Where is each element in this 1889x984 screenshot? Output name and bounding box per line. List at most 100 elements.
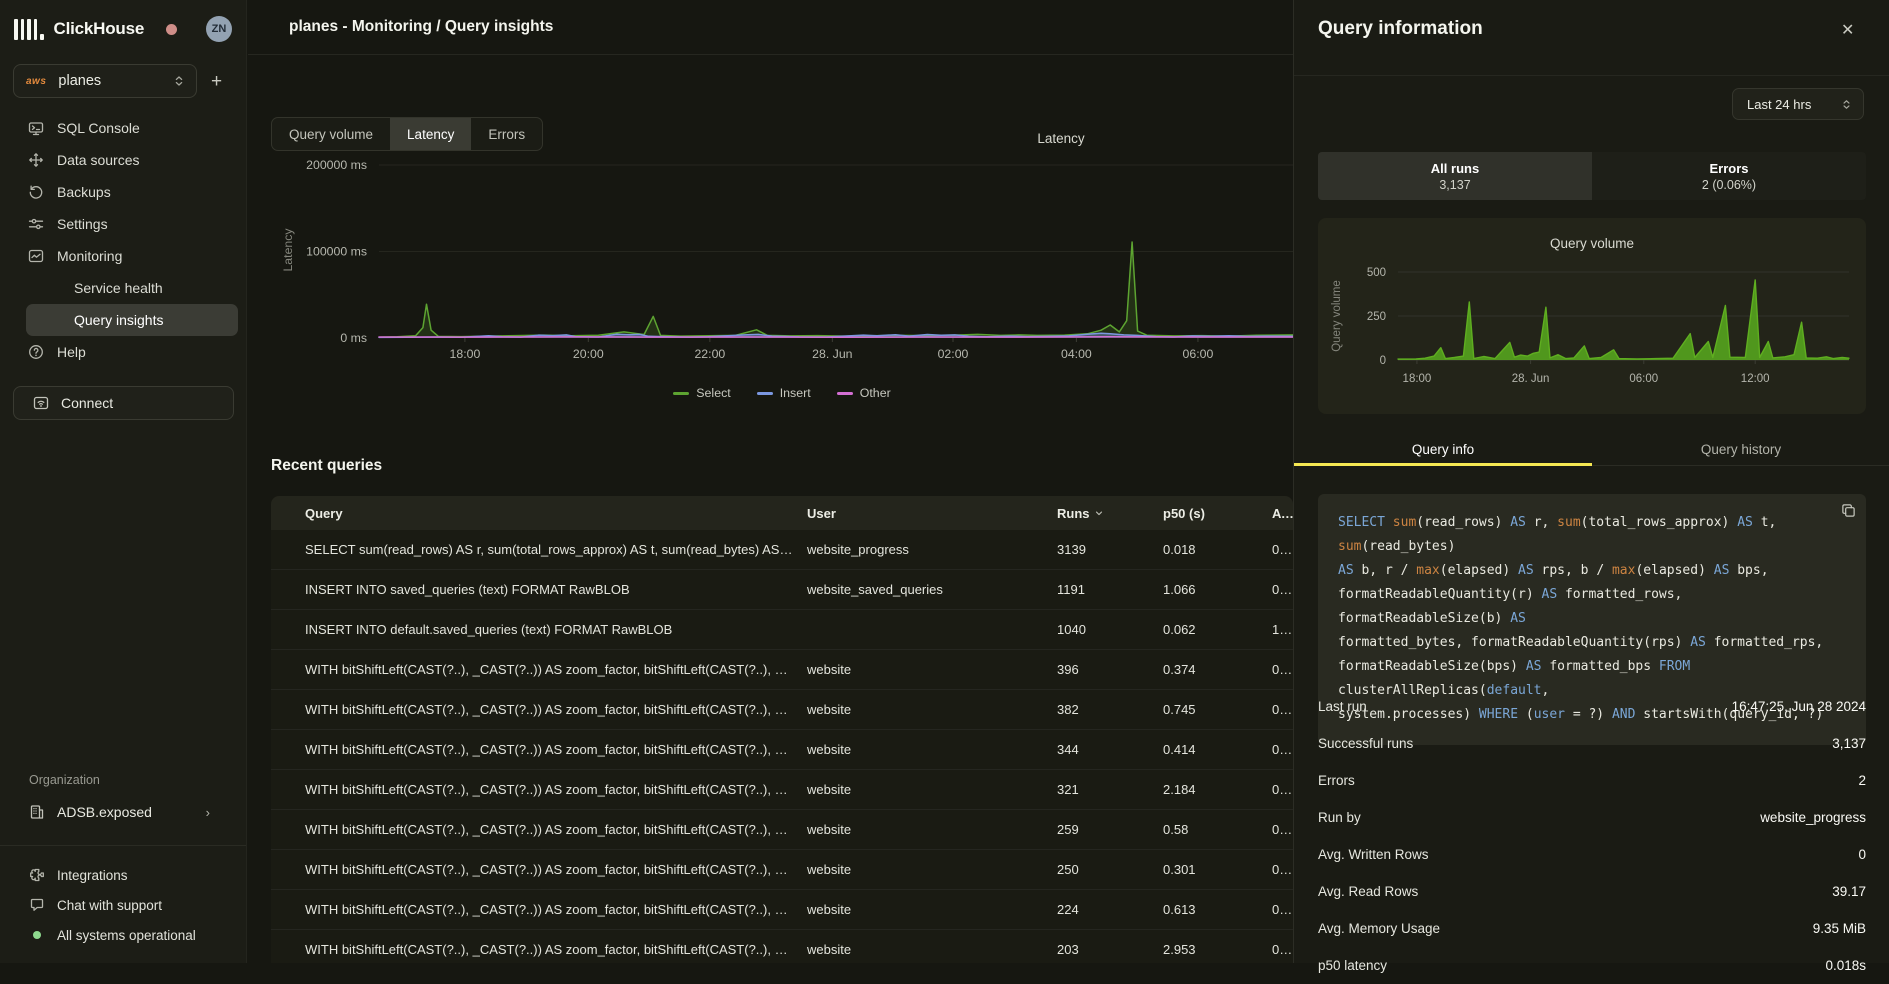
table-row[interactable]: INSERT INTO default.saved_queries (text)… xyxy=(271,610,1293,650)
sidebar-nav-item[interactable]: Service health xyxy=(26,272,238,304)
copy-icon[interactable] xyxy=(1841,503,1856,518)
cell-avg: 0 xyxy=(1272,662,1293,677)
stat-label: Successful runs xyxy=(1318,736,1413,751)
latency-chart-svg[interactable]: 200000 ms100000 ms0 ms18:0020:0022:0028.… xyxy=(271,120,1293,385)
sidebar-nav-item[interactable]: Backups xyxy=(26,176,238,208)
header-divider xyxy=(248,54,1293,55)
sidebar-nav-item[interactable]: SQL Console xyxy=(26,112,238,144)
sort-descending-icon xyxy=(1094,508,1104,518)
table-row[interactable]: WITH bitShiftLeft(CAST(?..), _CAST(?..))… xyxy=(271,850,1293,890)
sidebar-footer-item[interactable]: Integrations xyxy=(29,860,246,890)
connect-button[interactable]: Connect xyxy=(13,386,234,420)
page-title: planes - Monitoring / Query insights xyxy=(289,18,553,36)
query-volume-chart: 500250018:0028. Jun06:0012:00Query volum… xyxy=(1318,256,1866,401)
time-range-select[interactable]: Last 24 hrs xyxy=(1732,88,1864,120)
info-tab[interactable]: Query history xyxy=(1592,434,1889,465)
table-row[interactable]: WITH bitShiftLeft(CAST(?..), _CAST(?..))… xyxy=(271,650,1293,690)
chevron-updown-icon xyxy=(172,74,186,88)
cell-p50: 0.613 xyxy=(1163,902,1272,917)
table-row[interactable]: WITH bitShiftLeft(CAST(?..), _CAST(?..))… xyxy=(271,890,1293,930)
chevron-updown-icon xyxy=(1840,98,1853,111)
column-user[interactable]: User xyxy=(807,506,1057,521)
sidebar-nav-item[interactable]: Monitoring xyxy=(26,240,238,272)
stat-row: Run by website_progress xyxy=(1318,799,1866,836)
sidebar-nav-item[interactable]: Data sources xyxy=(26,144,238,176)
table-row[interactable]: WITH bitShiftLeft(CAST(?..), _CAST(?..))… xyxy=(271,730,1293,770)
table-row[interactable]: WITH bitShiftLeft(CAST(?..), _CAST(?..))… xyxy=(271,810,1293,850)
organization-item[interactable]: ADSB.exposed › xyxy=(29,796,238,828)
cell-user: website xyxy=(807,742,1057,757)
close-icon[interactable]: ✕ xyxy=(1841,20,1854,40)
table-row[interactable]: INSERT INTO saved_queries (text) FORMAT … xyxy=(271,570,1293,610)
legend-item[interactable]: Other xyxy=(837,386,891,400)
legend-label: Other xyxy=(860,386,891,400)
legend-item[interactable]: Select xyxy=(673,386,730,400)
cell-avg: 1.15 xyxy=(1272,622,1293,637)
help-icon xyxy=(28,344,44,360)
table-row[interactable]: WITH bitShiftLeft(CAST(?..), _CAST(?..))… xyxy=(271,690,1293,730)
query-volume-title: Query volume xyxy=(1318,236,1866,251)
chart-legend: Select Insert Other xyxy=(271,386,1293,400)
column-query[interactable]: Query xyxy=(271,506,807,521)
recent-queries-title: Recent queries xyxy=(271,457,382,475)
table-row[interactable]: SELECT sum(read_rows) AS r, sum(total_ro… xyxy=(271,530,1293,570)
service-selector[interactable]: aws planes xyxy=(13,64,197,98)
latency-chart: 200000 ms100000 ms0 ms18:0020:0022:0028.… xyxy=(271,120,1293,385)
runs-tab[interactable]: All runs 3,137 xyxy=(1318,152,1592,200)
clickhouse-logo-icon xyxy=(14,19,44,40)
svg-text:Latency: Latency xyxy=(1037,131,1085,146)
svg-text:0: 0 xyxy=(1380,355,1386,367)
sidebar-footer: Integrations Chat with support All syste… xyxy=(0,860,246,963)
add-service-button[interactable]: + xyxy=(211,72,222,91)
legend-item[interactable]: Insert xyxy=(757,386,811,400)
cell-runs: 344 xyxy=(1057,742,1163,757)
query-volume-chart-svg[interactable]: 500250018:0028. Jun06:0012:00Query volum… xyxy=(1318,256,1866,401)
sidebar-footer-label: Integrations xyxy=(57,868,128,883)
stat-row: Avg. Memory Usage 9.35 MiB xyxy=(1318,910,1866,947)
sidebar-nav-item[interactable]: Settings xyxy=(26,208,238,240)
status-dot-icon xyxy=(29,927,45,943)
stat-value: 0.018s xyxy=(1825,958,1866,973)
info-tabs: Query info Query history xyxy=(1294,434,1889,466)
stat-label: p50 latency xyxy=(1318,958,1387,973)
cell-avg: 0 xyxy=(1272,742,1293,757)
stat-value: 16:47:25, Jun 28 2024 xyxy=(1732,699,1866,714)
column-p50[interactable]: p50 (s) xyxy=(1163,506,1272,521)
sidebar-footer-item[interactable]: Chat with support xyxy=(29,890,246,920)
sidebar-nav-item[interactable]: Help xyxy=(26,336,238,368)
monitoring-icon xyxy=(28,248,44,264)
info-tab[interactable]: Query info xyxy=(1294,434,1592,465)
panel-title: Query information xyxy=(1318,18,1483,40)
sidebar-nav-label: Settings xyxy=(57,216,108,232)
backups-icon xyxy=(28,184,44,200)
sql-console-icon xyxy=(28,120,44,136)
legend-label: Insert xyxy=(780,386,811,400)
avatar[interactable]: ZN xyxy=(206,16,232,42)
table-row[interactable]: WITH bitShiftLeft(CAST(?..), _CAST(?..))… xyxy=(271,930,1293,963)
sidebar-nav-item[interactable]: Query insights xyxy=(26,304,238,336)
svg-text:18:00: 18:00 xyxy=(1403,373,1432,385)
service-name: planes xyxy=(58,73,101,89)
column-avg[interactable]: Avg. xyxy=(1272,506,1293,521)
column-runs[interactable]: Runs xyxy=(1057,506,1163,521)
organization-section: Organization ADSB.exposed › xyxy=(0,773,246,860)
aws-icon: aws xyxy=(26,76,46,87)
cell-p50: 0.745 xyxy=(1163,702,1272,717)
cell-p50: 0.018 xyxy=(1163,542,1272,557)
legend-dash-icon xyxy=(673,392,689,395)
cell-runs: 259 xyxy=(1057,822,1163,837)
cell-runs: 250 xyxy=(1057,862,1163,877)
runs-tab[interactable]: Errors 2 (0.06%) xyxy=(1592,152,1866,200)
table-row[interactable]: WITH bitShiftLeft(CAST(?..), _CAST(?..))… xyxy=(271,770,1293,810)
time-range-value: Last 24 hrs xyxy=(1747,97,1811,112)
cell-p50: 2.184 xyxy=(1163,782,1272,797)
stat-row: Successful runs 3,137 xyxy=(1318,725,1866,762)
panel-divider xyxy=(1294,75,1889,76)
stat-label: Run by xyxy=(1318,810,1361,825)
sidebar-nav-label: Backups xyxy=(57,184,111,200)
sidebar-footer-item[interactable]: All systems operational xyxy=(29,920,246,950)
cell-runs: 203 xyxy=(1057,942,1163,957)
legend-label: Select xyxy=(696,386,730,400)
notification-dot-icon[interactable] xyxy=(166,24,177,35)
stats-list: Last run 16:47:25, Jun 28 2024 Successfu… xyxy=(1318,688,1866,984)
